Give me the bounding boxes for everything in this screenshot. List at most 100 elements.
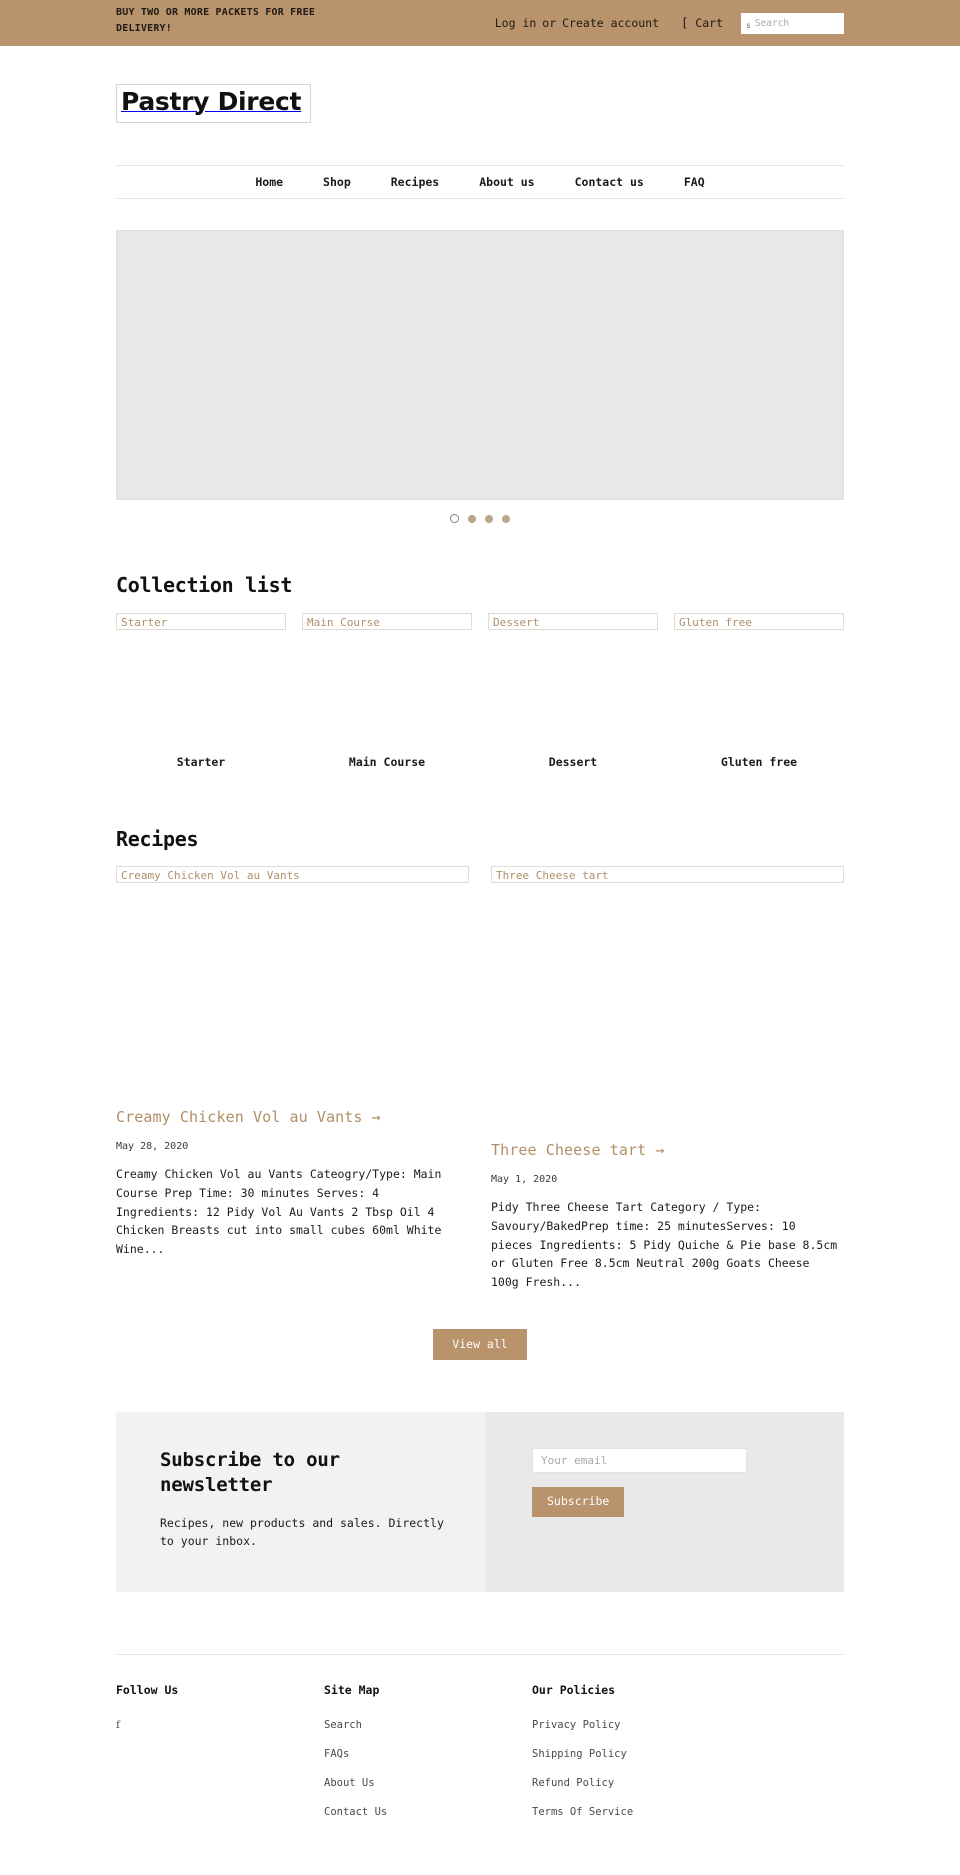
collection-label[interactable]: Dessert: [488, 755, 658, 769]
site-footer: Follow Us f Site Map Search FAQs About U…: [116, 1653, 844, 1859]
view-all-button[interactable]: View all: [433, 1328, 527, 1361]
topbar-utility-group: Log in or Create account [ Cart s: [495, 0, 844, 46]
collection-card-dessert[interactable]: Dessert Dessert: [488, 612, 658, 769]
create-account-link[interactable]: Create account: [562, 16, 659, 30]
nav-item-faq[interactable]: FAQ: [664, 175, 725, 189]
page-root: BUY TWO OR MORE PACKETS FOR FREE DELIVER…: [0, 0, 960, 1859]
footer-heading-our-policies: Our Policies: [532, 1682, 616, 1697]
logo-band: Pastry Direct: [116, 46, 844, 123]
collection-card-main-course[interactable]: Main Course Main Course: [302, 612, 472, 769]
footer-column-our-policies: Our Policies Privacy Policy Shipping Pol…: [532, 1683, 762, 1829]
subscribe-button[interactable]: Subscribe: [532, 1487, 625, 1517]
list-item: Search: [324, 1713, 532, 1732]
site-logo[interactable]: Pastry Direct: [116, 84, 312, 123]
footer-link-privacy-policy[interactable]: Privacy Policy: [532, 1719, 621, 1731]
collection-image-alt: Main Course: [302, 612, 472, 630]
nav-item-shop[interactable]: Shop: [303, 175, 371, 189]
list-item: Shipping Policy: [532, 1742, 762, 1761]
logo-text: Pastry Direct: [121, 87, 302, 116]
collection-card-starter[interactable]: Starter Starter: [116, 612, 286, 769]
facebook-icon[interactable]: f: [116, 1719, 120, 1731]
view-all-wrapper: View all: [116, 1328, 844, 1361]
collection-grid: Starter Starter Main Course Main Course …: [116, 612, 844, 769]
recipe-title-link[interactable]: Creamy Chicken Vol au Vants →: [116, 1108, 469, 1128]
recipe-excerpt: Creamy Chicken Vol au Vants Cateogry/Typ…: [116, 1167, 442, 1256]
recipe-image-placeholder: [491, 883, 844, 1141]
main-navigation: Home Shop Recipes About us Contact us FA…: [116, 164, 844, 199]
collection-list-section: Collection list Starter Starter Main Cou…: [116, 573, 844, 769]
newsletter-heading: Subscribe to our newsletter: [160, 1449, 340, 1497]
collection-image-alt: Dessert: [488, 612, 658, 630]
footer-heading-follow-us: Follow Us: [116, 1682, 179, 1697]
footer-link-contact-us[interactable]: Contact Us: [324, 1806, 387, 1818]
collection-image-placeholder: [674, 630, 844, 755]
recipes-title: Recipes: [116, 826, 199, 851]
collection-image-placeholder: [302, 630, 472, 755]
nav-item-recipes[interactable]: Recipes: [371, 175, 459, 189]
collection-image-alt: Starter: [116, 612, 286, 630]
recipe-image-placeholder: [116, 883, 469, 1108]
list-item: Refund Policy: [532, 1771, 762, 1790]
slide-dot-2[interactable]: [468, 514, 476, 523]
collection-list-title: Collection list: [116, 572, 293, 597]
slide-dot-1[interactable]: [450, 514, 459, 524]
recipes-section: Recipes Creamy Chicken Vol au Vants Crea…: [116, 827, 844, 1303]
list-item: Privacy Policy: [532, 1713, 762, 1732]
recipes-grid: Creamy Chicken Vol au Vants Creamy Chick…: [116, 865, 844, 1303]
collection-label[interactable]: Main Course: [302, 755, 472, 769]
recipe-title-link[interactable]: Three Cheese tart →: [491, 1141, 844, 1161]
recipe-date: May 1, 2020: [491, 1174, 558, 1186]
nav-item-home[interactable]: Home: [235, 175, 303, 189]
collection-image-alt: Gluten free: [674, 612, 844, 630]
footer-column-site-map: Site Map Search FAQs About Us Contact Us: [324, 1683, 532, 1829]
nav-item-contact-us[interactable]: Contact us: [555, 175, 664, 189]
footer-link-about-us[interactable]: About Us: [324, 1777, 375, 1789]
collection-label[interactable]: Gluten free: [674, 755, 844, 769]
footer-link-faqs[interactable]: FAQs: [324, 1748, 349, 1760]
collection-image-placeholder: [488, 630, 658, 755]
recipe-excerpt: Pidy Three Cheese Tart Category / Type: …: [491, 1200, 838, 1289]
footer-link-search[interactable]: Search: [324, 1719, 362, 1731]
recipe-card-creamy-chicken-vol-au-vants: Creamy Chicken Vol au Vants Creamy Chick…: [116, 865, 469, 1270]
search-icon: s: [746, 20, 751, 30]
collection-card-gluten-free[interactable]: Gluten free Gluten free: [674, 612, 844, 769]
hero-slideshow[interactable]: [116, 229, 844, 500]
footer-column-follow-us: Follow Us f: [116, 1683, 324, 1829]
newsletter-copy: Subscribe to our newsletter Recipes, new…: [116, 1412, 486, 1592]
recipe-date: May 28, 2020: [116, 1141, 189, 1153]
footer-link-terms-of-service[interactable]: Terms Of Service: [532, 1806, 633, 1818]
footer-sitemap-list: Search FAQs About Us Contact Us: [324, 1713, 532, 1819]
newsletter-email-input[interactable]: [532, 1448, 747, 1474]
list-item: Terms Of Service: [532, 1800, 762, 1819]
announcement-bar: BUY TWO OR MORE PACKETS FOR FREE DELIVER…: [0, 0, 960, 46]
cart-link[interactable]: [ Cart: [681, 16, 723, 30]
list-item: Contact Us: [324, 1800, 532, 1819]
footer-link-shipping-policy[interactable]: Shipping Policy: [532, 1748, 627, 1760]
or-separator: or: [542, 16, 557, 30]
slide-dot-3[interactable]: [485, 514, 493, 523]
customer-links: Log in or Create account: [495, 16, 659, 30]
search-input[interactable]: [754, 17, 839, 29]
recipe-image-alt: Creamy Chicken Vol au Vants: [116, 865, 469, 883]
footer-heading-site-map: Site Map: [324, 1682, 380, 1697]
newsletter-subtext: Recipes, new products and sales. Directl…: [160, 1515, 444, 1548]
slide-dot-4[interactable]: [502, 514, 510, 523]
footer-policies-list: Privacy Policy Shipping Policy Refund Po…: [532, 1713, 762, 1819]
nav-item-about-us[interactable]: About us: [459, 175, 554, 189]
list-item: About Us: [324, 1771, 532, 1790]
announcement-text: BUY TWO OR MORE PACKETS FOR FREE DELIVER…: [116, 7, 316, 34]
collection-label[interactable]: Starter: [116, 755, 286, 769]
log-in-link[interactable]: Log in: [495, 16, 537, 30]
recipe-card-three-cheese-tart: Three Cheese tart Three Cheese tart → Ma…: [491, 865, 844, 1303]
newsletter-form: Subscribe: [486, 1412, 844, 1592]
footer-link-refund-policy[interactable]: Refund Policy: [532, 1777, 614, 1789]
slideshow-pagination: [116, 512, 844, 526]
topbar-inner: BUY TWO OR MORE PACKETS FOR FREE DELIVER…: [116, 0, 844, 46]
recipe-image-alt: Three Cheese tart: [491, 865, 844, 883]
list-item: FAQs: [324, 1742, 532, 1761]
newsletter-section: Subscribe to our newsletter Recipes, new…: [116, 1412, 844, 1592]
collection-image-placeholder: [116, 630, 286, 755]
cart-label: Cart: [695, 16, 723, 30]
cart-icon: [: [681, 16, 689, 30]
search-box[interactable]: s: [741, 12, 844, 34]
